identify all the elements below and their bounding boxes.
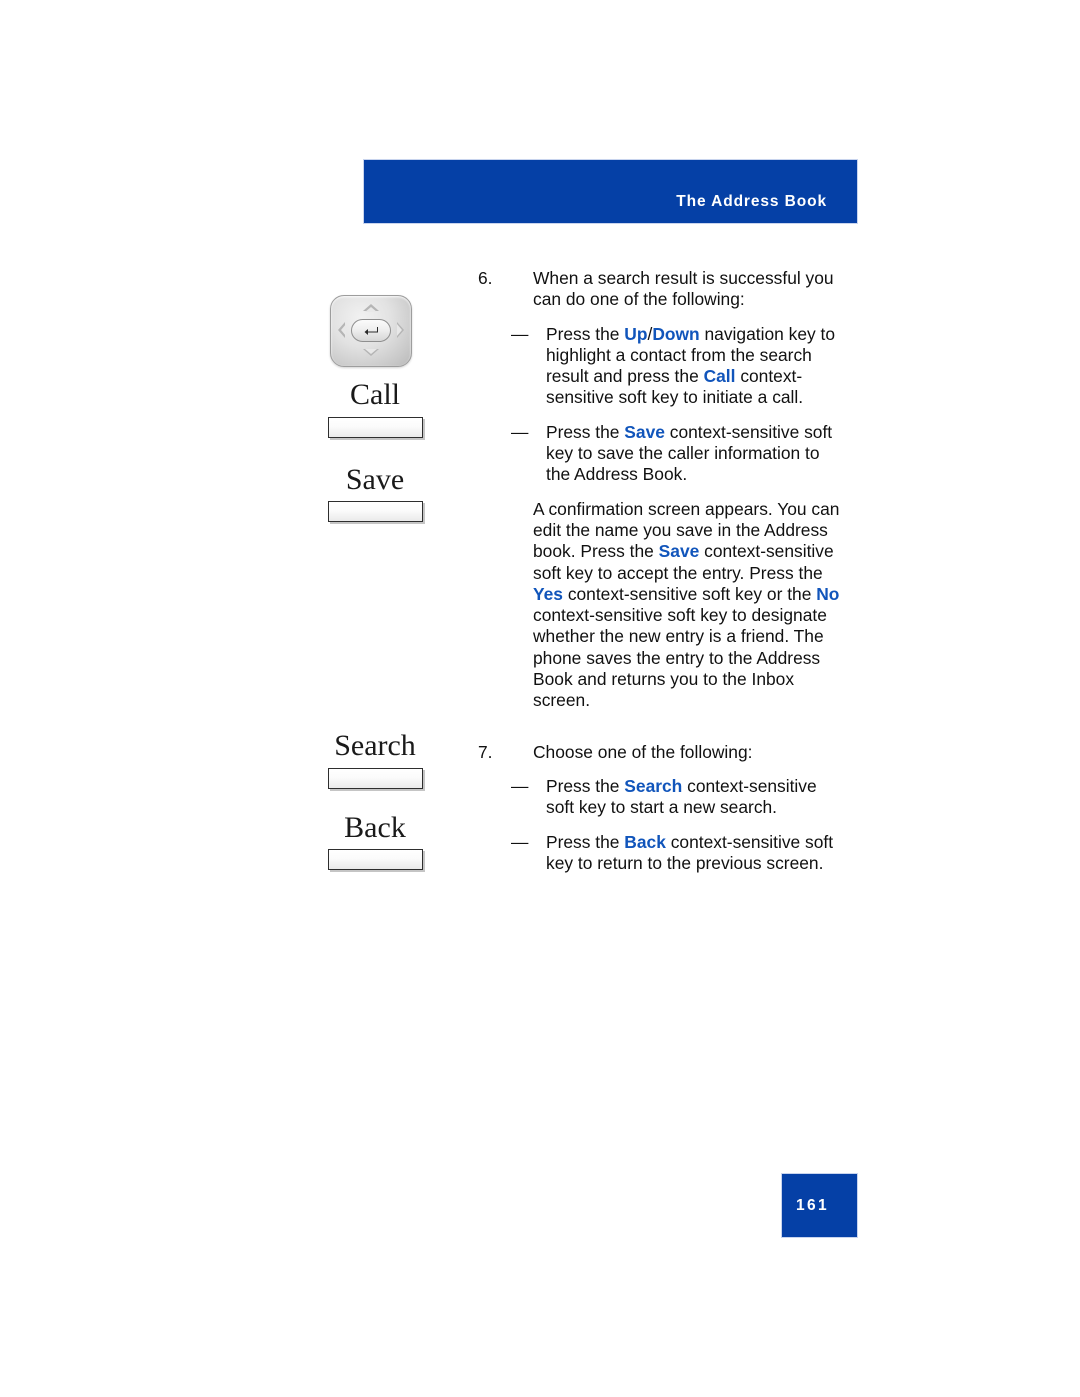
- step-7: 7. Choose one of the following:: [478, 742, 848, 763]
- step-7-bullet-2-text: Press the Back context-sensitive soft ke…: [546, 832, 848, 875]
- em-dash-icon: —: [511, 831, 529, 852]
- text-fragment: Press the: [546, 421, 625, 442]
- softkey-button-save[interactable]: [327, 501, 423, 522]
- softkey-group-save: Save: [300, 462, 450, 522]
- step-6-number: 6.: [478, 268, 493, 288]
- step-7-bullet-1-text: Press the Search context-sensitive soft …: [546, 776, 848, 819]
- keyword-no: No: [816, 583, 840, 604]
- softkey-label-search: Search: [334, 729, 416, 762]
- softkey-button-search[interactable]: [327, 767, 423, 789]
- page-number-box: 161: [781, 1173, 858, 1238]
- step-7-bullet-2: — Press the Back context-sensitive soft …: [511, 832, 848, 875]
- keyword-back: Back: [624, 831, 666, 852]
- instructions-content: 6. When a search result is successful yo…: [478, 268, 848, 874]
- enter-arrow-icon: [364, 326, 378, 335]
- keyword-down: Down: [652, 323, 700, 344]
- keyword-save: Save: [658, 541, 700, 562]
- page-header-banner: The Address Book: [363, 159, 858, 224]
- softkey-button-back[interactable]: [327, 849, 423, 870]
- keyword-up: Up: [624, 323, 648, 344]
- navigation-key-icon: [330, 295, 412, 367]
- softkey-label-back: Back: [344, 810, 406, 844]
- step-7-text: Choose one of the following:: [533, 741, 753, 762]
- step-6-bullet-2-text: Press the Save context-sensitive soft ke…: [546, 422, 848, 486]
- softkey-group-back: Back: [300, 810, 450, 870]
- page-number: 161: [796, 1196, 830, 1214]
- keyword-search: Search: [624, 775, 683, 796]
- keyword-yes: Yes: [533, 583, 563, 604]
- step-7-bullet-1: — Press the Search context-sensitive sof…: [511, 776, 848, 819]
- softkey-label-save: Save: [345, 462, 405, 496]
- step-6-paragraph: A confirmation screen appears. You can e…: [533, 499, 848, 712]
- em-dash-icon: —: [511, 421, 529, 442]
- text-fragment: context-sensitive soft key or the: [562, 583, 817, 604]
- keyword-call: Call: [703, 366, 736, 387]
- text-fragment: Press the: [546, 831, 625, 852]
- softkey-group-search: Search: [300, 730, 450, 789]
- nav-left-arrow-inner-icon: [340, 324, 346, 336]
- nav-up-arrow-inner-icon: [365, 306, 377, 312]
- nav-right-arrow-inner-icon: [397, 324, 402, 336]
- softkey-label-call: Call: [350, 378, 400, 411]
- page-header-title: The Address Book: [676, 193, 827, 210]
- text-fragment: Press the: [546, 323, 625, 344]
- step-6-bullet-1: — Press the Up/Down navigation key to hi…: [511, 324, 848, 409]
- em-dash-icon: —: [511, 323, 529, 344]
- text-fragment: Press the: [546, 775, 625, 796]
- softkey-button-call[interactable]: [327, 416, 423, 438]
- step-6-bullet-2: — Press the Save context-sensitive soft …: [511, 422, 848, 486]
- step-6: 6. When a search result is successful yo…: [478, 268, 848, 311]
- step-6-text: When a search result is successful you c…: [533, 268, 834, 310]
- step-7-number: 7.: [478, 741, 493, 762]
- keyword-save: Save: [624, 421, 665, 442]
- illustration-column: Call Save Search Back: [300, 295, 450, 870]
- text-fragment: context-sensitive soft key to designate …: [533, 605, 827, 711]
- step-6-bullet-1-text: Press the Up/Down navigation key to high…: [546, 324, 848, 409]
- softkey-group-call: Call: [300, 379, 450, 438]
- nav-down-arrow-inner-icon: [365, 349, 377, 354]
- navigation-center-enter-button: [351, 319, 391, 342]
- em-dash-icon: —: [511, 775, 529, 796]
